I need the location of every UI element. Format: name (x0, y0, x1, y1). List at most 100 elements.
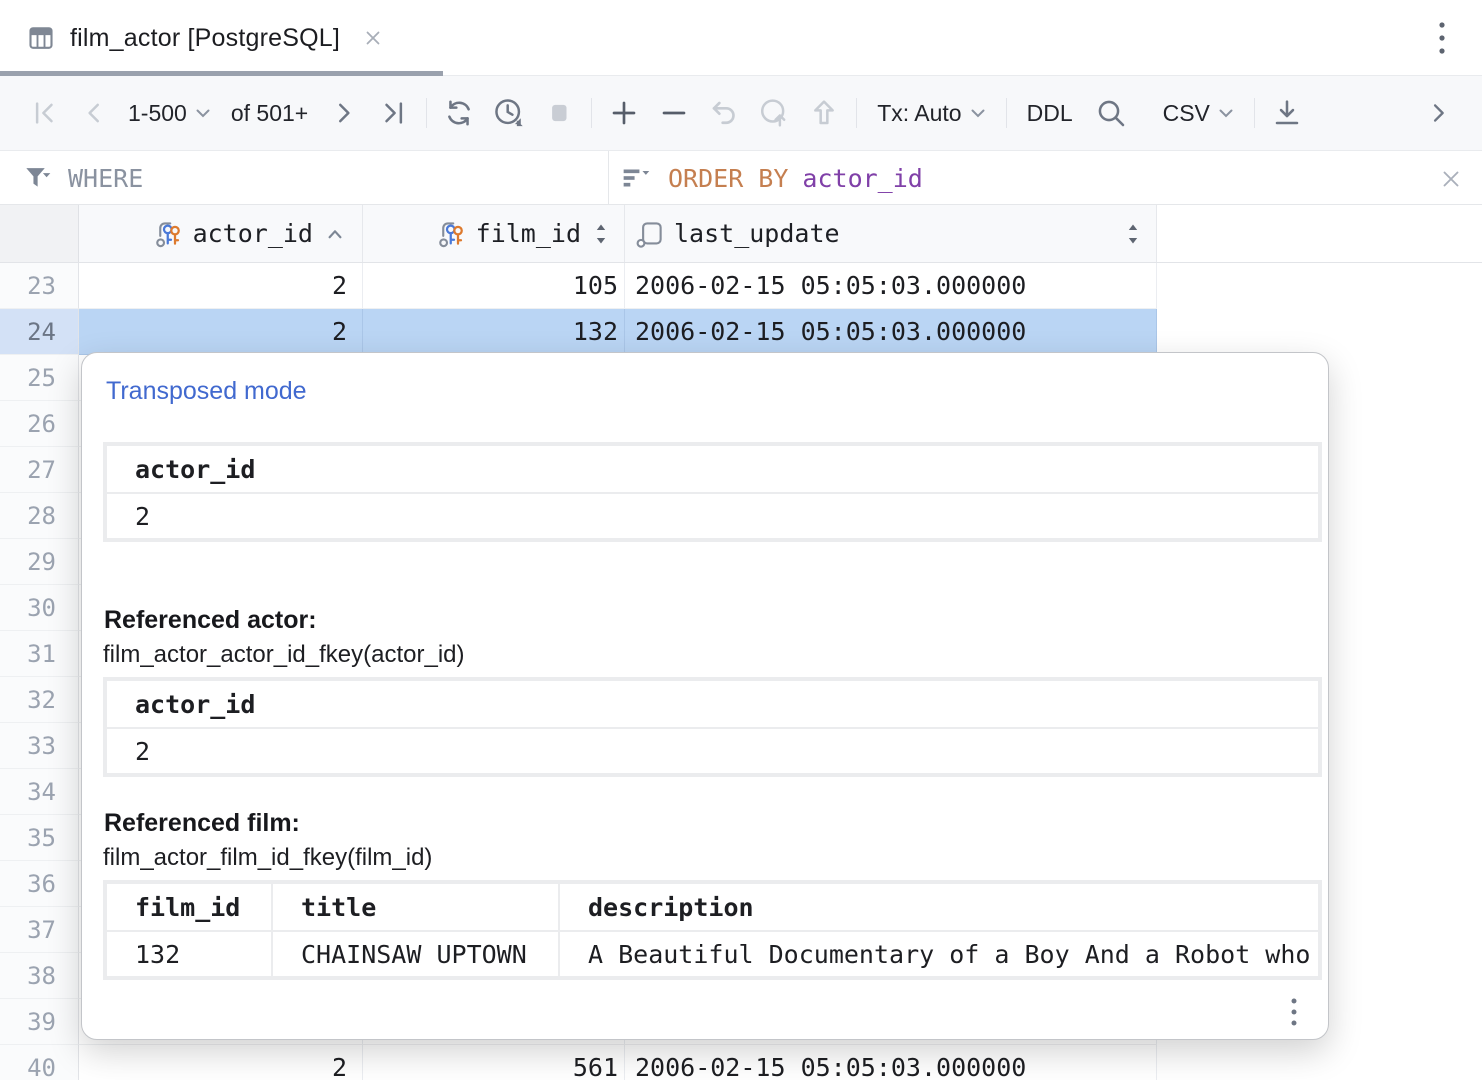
row-number-cell[interactable]: 35 (0, 815, 79, 861)
tab-title: film_actor [PostgreSQL] (70, 24, 340, 53)
row-number-cell[interactable]: 29 (0, 539, 79, 585)
revert-changes-icon[interactable] (706, 91, 742, 135)
row-number-cell[interactable]: 40 (0, 1045, 79, 1080)
popup-kebab-menu-icon[interactable] (1276, 993, 1312, 1033)
page-range-label: 1-500 (128, 100, 187, 127)
row-number-cell[interactable]: 28 (0, 493, 79, 539)
chevron-down-icon (970, 108, 986, 119)
referenced-film-column-header: title (271, 884, 558, 930)
reload-data-icon[interactable] (441, 91, 477, 135)
row-number-cell[interactable]: 31 (0, 631, 79, 677)
where-label: WHERE (68, 164, 143, 193)
row-number-cell[interactable]: 33 (0, 723, 79, 769)
cell-last-update[interactable]: 2006-02-15 05:05:03.000000 (625, 263, 1157, 309)
tab-film-actor[interactable]: film_actor [PostgreSQL] (0, 0, 404, 76)
record-table: actor_id 2 (103, 442, 1322, 542)
find-icon[interactable] (1093, 91, 1129, 135)
transposed-mode-link[interactable]: Transposed mode (106, 377, 307, 406)
referenced-film-value-row: 132 CHAINSAW UPTOWN A Beautiful Document… (107, 930, 1318, 976)
chevron-down-icon (195, 108, 211, 119)
cell-film-id[interactable]: 561 (363, 1045, 625, 1080)
toolbar-separator (1006, 98, 1007, 128)
add-row-icon[interactable] (606, 91, 642, 135)
order-by-field[interactable]: ORDER BY actor_id (620, 151, 923, 205)
toolbar-overflow-chevron-icon[interactable] (1420, 91, 1456, 135)
page-size-dropdown[interactable]: 1-500 (122, 100, 217, 127)
cell-last-update[interactable]: 2006-02-15 05:05:03.000000 (625, 309, 1157, 355)
delete-row-icon[interactable] (656, 91, 692, 135)
total-rows-label-group: of 501+ (225, 100, 314, 127)
row-number-cell[interactable]: 37 (0, 907, 79, 953)
row-number-cell[interactable]: 27 (0, 447, 79, 493)
sort-lines-icon (620, 163, 654, 193)
column-header-actor-id[interactable]: actor_id (79, 205, 363, 262)
column-name: actor_id (193, 219, 313, 248)
table-row: 2321052006-02-15 05:05:03.000000 (0, 263, 1482, 309)
export-format-dropdown[interactable]: CSV (1157, 100, 1240, 127)
row-number-cell[interactable]: 36 (0, 861, 79, 907)
tx-mode-dropdown[interactable]: Tx: Auto (871, 100, 991, 127)
cell-actor-id[interactable]: 2 (79, 1045, 363, 1080)
row-number-cell[interactable]: 26 (0, 401, 79, 447)
export-format-label: CSV (1163, 100, 1210, 127)
tab-close-icon[interactable] (362, 27, 384, 49)
submit-changes-icon[interactable] (756, 91, 792, 135)
row-number-cell[interactable]: 25 (0, 355, 79, 401)
row-number-cell[interactable]: 39 (0, 999, 79, 1045)
filter-funnel-icon (22, 163, 54, 193)
cell-actor-id[interactable]: 2 (79, 263, 363, 309)
previous-page-icon[interactable] (76, 91, 112, 135)
row-number-cell[interactable]: 24 (0, 309, 79, 355)
table-row: 2421322006-02-15 05:05:03.000000 (0, 309, 1482, 355)
where-filter-field[interactable]: WHERE (22, 151, 143, 205)
row-number-cell[interactable]: 38 (0, 953, 79, 999)
column-header-last-update[interactable]: last_update (625, 205, 1157, 262)
table-row: 4025612006-02-15 05:05:03.000000 (0, 1045, 1482, 1080)
total-rows-label: of 501+ (231, 100, 308, 127)
first-page-icon[interactable] (26, 91, 62, 135)
last-page-icon[interactable] (376, 91, 412, 135)
record-column-header: actor_id (107, 446, 1318, 492)
cell-last-update[interactable]: 2006-02-15 05:05:03.000000 (625, 1045, 1157, 1080)
referenced-film-value[interactable]: 132 (107, 932, 271, 976)
row-number-cell[interactable]: 30 (0, 585, 79, 631)
filter-bar-separator (608, 151, 609, 205)
grid-header-row: actor_id (0, 205, 1482, 263)
column-name: film_id (476, 219, 581, 248)
clear-filter-close-icon[interactable] (1436, 164, 1466, 194)
referenced-film-fkey: film_actor_film_id_fkey(film_id) (103, 844, 1324, 872)
query-history-icon[interactable] (491, 91, 527, 135)
row-number-header-cell[interactable] (0, 205, 79, 262)
push-changes-icon[interactable] (806, 91, 842, 135)
row-number-cell[interactable]: 32 (0, 677, 79, 723)
cell-actor-id[interactable]: 2 (79, 309, 363, 355)
referenced-film-header-row: film_id title description (107, 884, 1318, 930)
tab-bar: film_actor [PostgreSQL] (0, 0, 1482, 76)
primary-foreign-key-icon (154, 219, 184, 249)
cell-film-id[interactable]: 105 (363, 263, 625, 309)
referenced-film-value[interactable]: A Beautiful Documentary of a Boy And a R… (558, 932, 1318, 976)
order-by-value: actor_id (802, 164, 922, 193)
next-page-icon[interactable] (326, 91, 362, 135)
row-number-cell[interactable]: 23 (0, 263, 79, 309)
column-header-film-id[interactable]: film_id (363, 205, 625, 262)
toolbar-separator (1254, 98, 1255, 128)
referenced-film-table: film_id title description 132 CHAINSAW U… (103, 880, 1322, 980)
sort-ascending-icon (322, 223, 348, 245)
row-number-cell[interactable]: 34 (0, 769, 79, 815)
ddl-button[interactable]: DDL (1021, 100, 1079, 127)
cell-film-id[interactable]: 132 (363, 309, 625, 355)
table-icon (26, 23, 56, 53)
datagrip-data-editor: film_actor [PostgreSQL] (0, 0, 1482, 1080)
editor-kebab-menu-icon[interactable] (1426, 22, 1458, 54)
toolbar-separator (856, 98, 857, 128)
referenced-actor-value[interactable]: 2 (107, 727, 1318, 773)
toolbar-separator (591, 98, 592, 128)
record-value[interactable]: 2 (107, 492, 1318, 538)
referenced-film-value[interactable]: CHAINSAW UPTOWN (271, 932, 558, 976)
referenced-film-title: Referenced film: (104, 809, 1324, 838)
stop-query-icon[interactable] (541, 91, 577, 135)
sortable-icon (590, 221, 612, 247)
export-download-icon[interactable] (1269, 91, 1305, 135)
tx-mode-label: Tx: Auto (877, 100, 961, 127)
